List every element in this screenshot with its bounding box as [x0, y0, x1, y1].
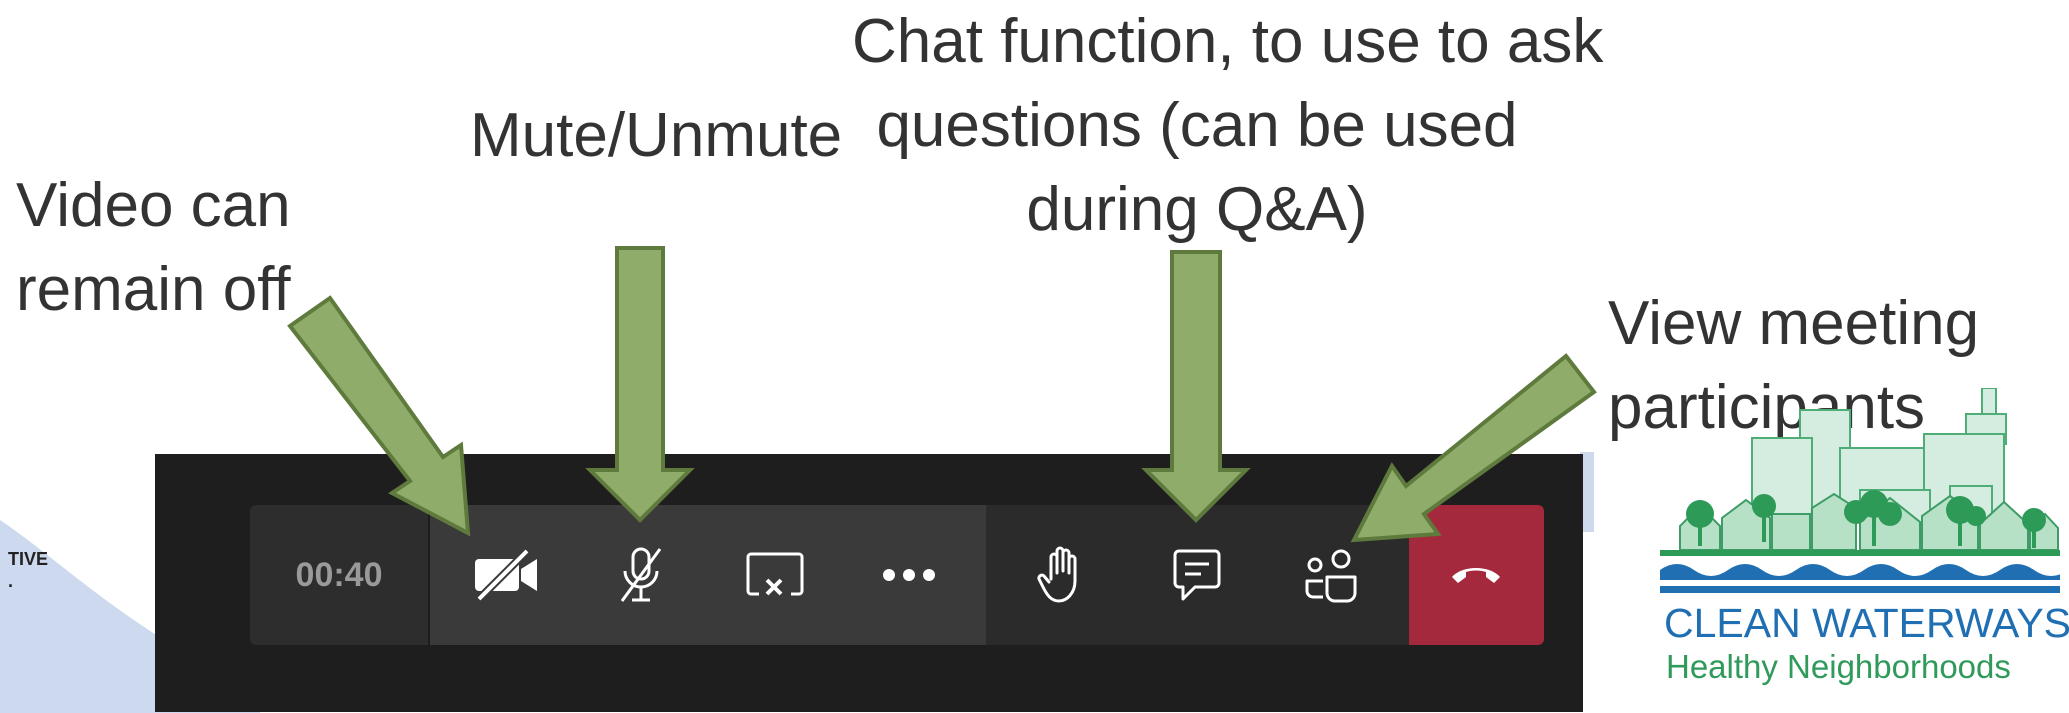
arrow-to-mute — [585, 246, 695, 523]
arrow-to-chat — [1141, 250, 1251, 523]
annotation-arrows — [287, 246, 1597, 543]
arrow-to-participants — [1350, 353, 1597, 543]
arrow-to-video — [287, 295, 471, 537]
